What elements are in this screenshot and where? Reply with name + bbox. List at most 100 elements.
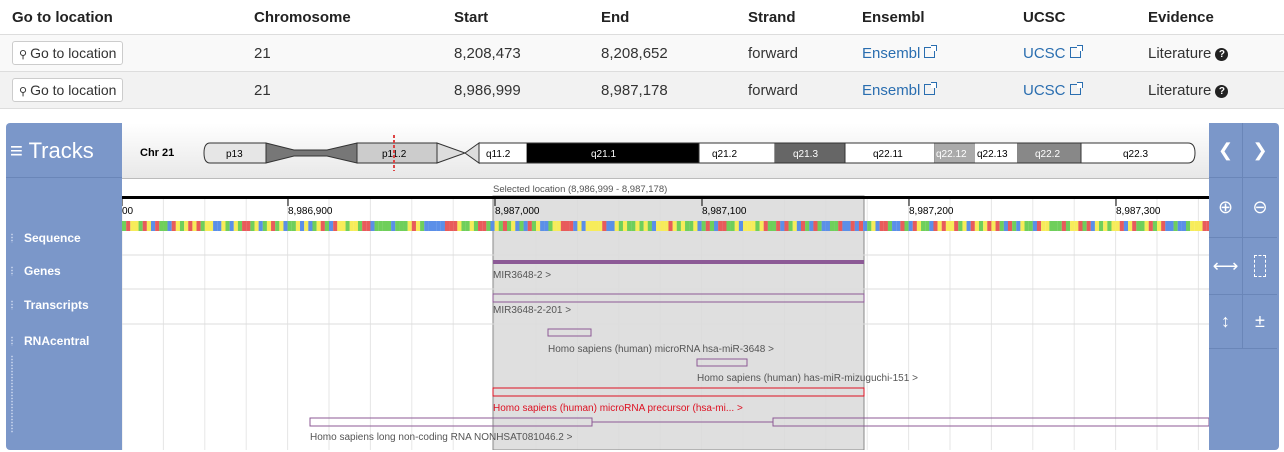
track-label-transcripts[interactable]: Transcripts [6,298,122,312]
sequence-base [1123,221,1129,231]
select-mode-button[interactable] [1243,238,1277,295]
sequence-base [974,221,980,231]
sequence-base [370,221,375,231]
browser-canvas[interactable]: Chr 21 p13 p11.2 q11.2 q21.1 q21.2 q21.3… [122,123,1209,450]
sequence-base [490,221,495,231]
scroll-left-button[interactable]: ❮ [1209,123,1243,178]
sequence-base [1148,221,1153,231]
rna-feature-label[interactable]: Homo sapiens (human) has-miR-mizuguchi-1… [697,373,918,384]
sequence-base [1028,221,1033,231]
zoom-out-button[interactable]: ⊖ [1243,178,1277,238]
track-label-sequence[interactable]: Sequence [6,231,122,245]
sequence-base [320,221,325,231]
sequence-base [962,221,967,231]
sequence-base [589,221,595,231]
drag-handle-icon[interactable] [10,336,14,346]
chevron-left-icon: ❮ [1217,139,1234,160]
rna-feature-label[interactable]: Homo sapiens (human) microRNA hsa-miR-36… [548,344,774,355]
question-circle-icon[interactable]: ? [1215,47,1229,61]
sequence-base [316,221,321,231]
sequence-base [436,221,441,231]
sequence-base [978,221,984,231]
sequence-base [237,221,243,231]
sequence-base [444,221,450,231]
drag-handle-icon[interactable] [10,300,14,310]
table-header-row: Go to location Chromosome Start End Stra… [0,0,1284,35]
sequence-base [726,221,731,231]
sequence-base [150,221,156,231]
evidence-label: Literature [1148,81,1212,99]
sequence-base [622,221,628,231]
sequence-base [258,221,263,231]
external-link-icon [1069,44,1083,58]
sequence-base [759,221,764,231]
sequence-base [916,221,922,231]
sequence-base [871,221,876,231]
sequence-base [142,221,147,231]
strand-cell: forward [748,34,862,72]
chromosome-ideogram[interactable]: Chr 21 p13 p11.2 q11.2 q21.1 q21.2 q21.3… [122,123,1209,179]
resize-tracks-button[interactable]: ↕ [1209,295,1243,349]
drag-handle-icon[interactable] [10,355,14,433]
sequence-base [192,221,197,231]
tracks-menu-button[interactable]: ≡ Tracks [6,123,122,178]
sequence-base [983,221,988,231]
sequence-base [573,221,578,231]
expand-collapse-button[interactable]: ± [1243,295,1277,349]
go-to-location-button[interactable]: ⚲ Go to location [12,78,124,102]
table-row: ⚲ Go to location 21 8,986,999 8,987,178 f… [0,71,1284,109]
gene-label[interactable]: MIR3648-2 > [493,270,551,281]
ucsc-link[interactable]: UCSC [1023,81,1083,99]
sequence-base [817,221,822,231]
sequence-base [246,221,251,231]
sequence-base [904,221,909,231]
zoom-out-icon: ⊖ [1252,197,1268,217]
drag-handle-icon[interactable] [10,233,14,243]
sequence-base [556,221,561,231]
transcript-label[interactable]: MIR3648-2-201 > [493,305,571,316]
sequence-base [515,221,520,231]
track-label-rnacentral[interactable]: RNAcentral [6,334,122,348]
sequence-base [424,221,429,231]
sequence-base [689,221,694,231]
sequence-base [987,221,992,231]
chromosome-label: Chr 21 [140,147,174,159]
header-ucsc: UCSC [1023,0,1148,35]
ucsc-link[interactable]: UCSC [1023,44,1083,62]
sequence-base [743,221,748,231]
zoom-in-button[interactable]: ⊕ [1209,178,1243,238]
sequence-base [933,221,938,231]
sequence-base [126,221,131,231]
sequence-base [738,221,744,231]
drag-mode-button[interactable]: ⟷ [1209,238,1243,295]
sequence-base [1119,221,1124,231]
go-to-location-button[interactable]: ⚲ Go to location [12,41,124,65]
sequence-base [1036,221,1042,231]
sequence-base [1020,221,1025,231]
sequence-base [1107,221,1112,231]
track-label-text: Genes [24,264,61,278]
zoom-in-icon: ⊕ [1217,197,1234,217]
rna-feature-label[interactable]: Homo sapiens long non-coding RNA NONHSAT… [310,432,573,443]
ensembl-link[interactable]: Ensembl [862,44,938,62]
sequence-base [564,221,570,231]
sequence-base [374,221,379,231]
sequence-base [776,221,781,231]
rna-feature-label-highlighted[interactable]: Homo sapiens (human) microRNA precursor … [493,403,743,414]
ensembl-link[interactable]: Ensembl [862,81,938,99]
question-circle-icon[interactable]: ? [1215,84,1229,98]
sequence-base [1103,221,1108,231]
sequence-base [676,221,681,231]
sequence-base [391,221,396,231]
end-cell: 8,208,652 [601,34,748,72]
sequence-base [664,221,669,231]
scroll-right-button[interactable]: ❯ [1243,123,1277,178]
drag-handle-icon[interactable] [10,266,14,276]
sequence-base [829,221,835,231]
sequence-base [680,221,686,231]
sequence-base [519,221,524,231]
gene-feature[interactable] [493,260,864,264]
table-row: ⚲ Go to location 21 8,208,473 8,208,652 f… [0,34,1284,72]
sequence-base [1165,221,1170,231]
track-label-genes[interactable]: Genes [6,264,122,278]
